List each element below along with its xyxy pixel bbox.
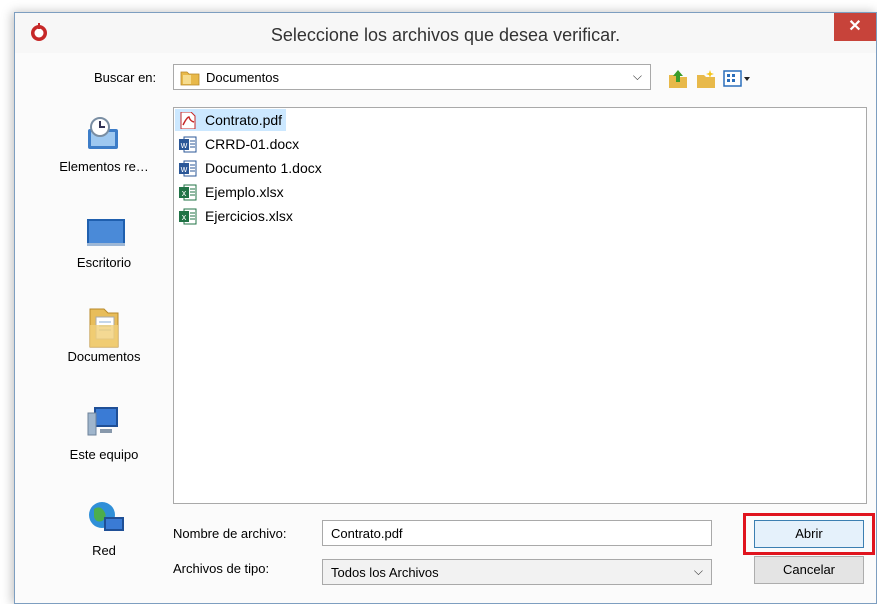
title-bar: Seleccione los archivos que desea verifi… <box>15 13 876 53</box>
file-name: Ejercicios.xlsx <box>205 208 293 224</box>
up-folder-icon[interactable] <box>667 69 689 89</box>
lookin-value: Documentos <box>206 70 279 85</box>
recent-items-icon <box>88 117 118 149</box>
excel-file-icon: x <box>179 208 197 225</box>
svg-text:x: x <box>182 188 187 198</box>
open-file-dialog: Seleccione los archivos que desea verifi… <box>14 12 877 604</box>
lookin-dropdown[interactable]: Documentos ⌵ <box>173 64 651 90</box>
filetype-value: Todos los Archivos <box>331 565 439 580</box>
filename-label: Nombre de archivo: <box>173 526 287 541</box>
place-label: Este equipo <box>69 447 139 462</box>
pdf-file-icon <box>180 112 196 129</box>
documents-folder-icon <box>89 308 119 348</box>
svg-text:x: x <box>182 212 187 222</box>
lookin-label: Buscar en: <box>94 70 157 85</box>
word-file-icon: w <box>179 160 197 177</box>
place-label: Escritorio <box>76 255 132 270</box>
word-file-icon: w <box>179 136 197 153</box>
place-label: Elementos re… <box>59 159 149 174</box>
cancel-button[interactable]: Cancelar <box>754 556 864 584</box>
highlight-box <box>743 513 875 555</box>
folder-icon <box>180 71 200 86</box>
chevron-down-icon: ⌵ <box>632 69 642 83</box>
excel-file-icon: x <box>179 184 197 201</box>
dialog-title: Seleccione los archivos que desea verifi… <box>270 25 621 45</box>
file-list[interactable]: Contrato.pdf w CRRD-01.docx w Documento … <box>173 107 867 504</box>
file-item-contrato-pdf[interactable]: Contrato.pdf <box>175 109 287 131</box>
new-folder-icon[interactable] <box>695 69 717 89</box>
place-label: Documentos <box>67 349 141 364</box>
place-label: Red <box>92 543 116 558</box>
filetype-dropdown[interactable]: Todos los Archivos ⌵ <box>322 559 712 585</box>
filename-value: Contrato.pdf <box>331 526 403 541</box>
file-name: Documento 1.docx <box>205 160 322 176</box>
close-button[interactable]: ✕ <box>834 13 876 41</box>
places-bar: Elementos re… Escritorio Documentos Este… <box>51 107 157 603</box>
svg-text:w: w <box>180 140 188 150</box>
filename-input[interactable]: Contrato.pdf <box>322 520 712 546</box>
file-item-ejercicios-xlsx[interactable]: x Ejercicios.xlsx <box>175 205 297 227</box>
file-name: CRRD-01.docx <box>205 136 300 152</box>
file-name: Contrato.pdf <box>205 112 283 128</box>
desktop-icon <box>87 219 125 246</box>
file-item-ejemplo-xlsx[interactable]: x Ejemplo.xlsx <box>175 181 288 203</box>
network-icon <box>89 502 124 531</box>
view-menu-icon[interactable] <box>723 69 753 89</box>
chevron-down-icon: ⌵ <box>693 564 703 578</box>
svg-text:w: w <box>180 164 188 174</box>
file-item-documento-1-docx[interactable]: w Documento 1.docx <box>175 157 326 179</box>
file-name: Ejemplo.xlsx <box>205 184 284 200</box>
computer-icon <box>87 407 118 436</box>
filetype-label: Archivos de tipo: <box>173 561 270 576</box>
file-item-crrd-01-docx[interactable]: w CRRD-01.docx <box>175 133 303 155</box>
